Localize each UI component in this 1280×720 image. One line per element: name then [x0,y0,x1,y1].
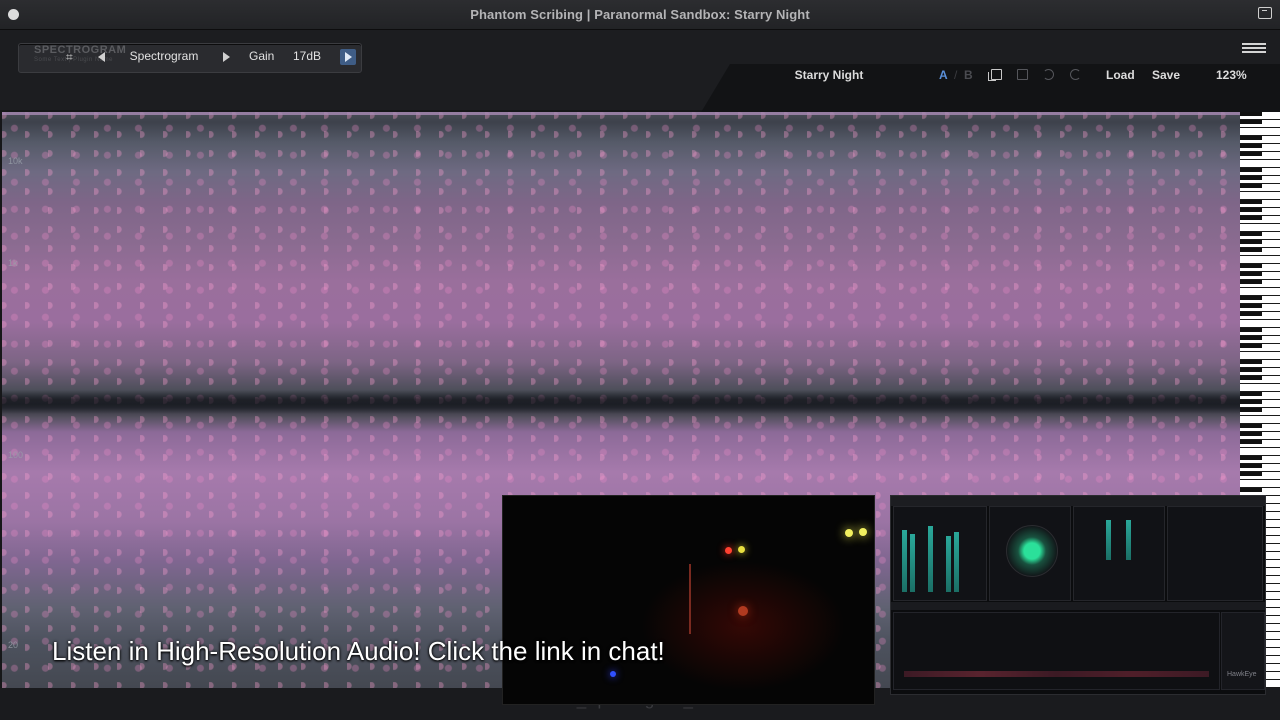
freq-tick-20: 20 [8,640,19,650]
analyzer-brand: HawkEye [1227,671,1257,678]
yellow-led [738,546,745,553]
stereo-panel [1167,506,1263,601]
spectrogram-dark-band [2,390,1240,414]
view-mode-selector[interactable]: Spectrogram [116,49,212,63]
vectorscope-panel [989,506,1071,601]
previous-view-icon[interactable] [98,52,105,62]
title-bar: Phantom Scribing | Paranormal Sandbox: S… [0,0,1280,30]
correlation-bar [1106,520,1111,560]
analyzer-tab-bar [891,602,1265,610]
loudness-history [893,612,1220,690]
vectorscope-display [1006,525,1058,577]
gain-play-button[interactable] [340,49,356,65]
freq-tick-10k: 10k [8,156,23,166]
redo-icon[interactable] [1070,69,1081,80]
ab-compare-b[interactable]: B [964,68,973,82]
undo-icon[interactable] [1043,69,1054,80]
spectrogram-top-edge [2,112,1240,115]
level-meter-bar [910,534,915,592]
analyzer-topbar [891,496,1265,506]
level-meter-panel [893,506,987,601]
logo-subtext: Some Text | Plugin Name [34,57,113,63]
window-title: Phantom Scribing | Paranormal Sandbox: S… [470,7,810,22]
stream-caption: Listen in High-Resolution Audio! Click t… [52,636,665,666]
correlation-panel [1073,506,1165,601]
analyzer-overlay: HawkEye [890,495,1266,695]
paste-icon[interactable] [1017,69,1028,80]
webcam-overlay [502,495,875,705]
plugin-logo: SPECTROGRAM Some Text | Plugin Name [34,44,126,63]
yellow-led [859,528,867,536]
red-ambient-glow [633,556,853,696]
analyzer-side-panel [1221,612,1265,690]
exit-fullscreen-icon[interactable] [1258,7,1272,19]
gain-label: Gain [249,49,275,63]
yellow-led [845,529,853,537]
level-meter-bar [928,526,933,592]
level-meter-bar [954,532,959,592]
level-meter-bar [946,536,951,592]
freq-tick-100: 100 [8,450,24,460]
next-view-icon[interactable] [223,52,230,62]
copy-icon[interactable] [988,69,1002,81]
zoom-level[interactable]: 123% [1216,68,1247,82]
ab-compare-a[interactable]: A [939,68,948,82]
load-button[interactable]: Load [1106,68,1135,82]
orange-light [738,606,748,616]
freq-tick-1k: 1k [8,258,18,268]
correlation-bar [1126,520,1131,560]
gain-value[interactable]: 17dB [293,49,321,63]
save-button[interactable]: Save [1152,68,1180,82]
level-meter-bar [902,530,907,592]
mic-stand [689,564,691,634]
ab-separator: / [954,68,958,82]
hamburger-menu-icon[interactable] [1242,43,1266,55]
crop-icon[interactable]: ⌗ [66,51,78,63]
red-led [725,547,732,554]
plugin-header: SPECTROGRAM Some Text | Plugin Name ⌗ Sp… [0,30,1280,114]
preset-name[interactable]: Starry Night [770,68,888,82]
blue-led [610,671,616,677]
logo-text: SPECTROGRAM [34,44,127,56]
